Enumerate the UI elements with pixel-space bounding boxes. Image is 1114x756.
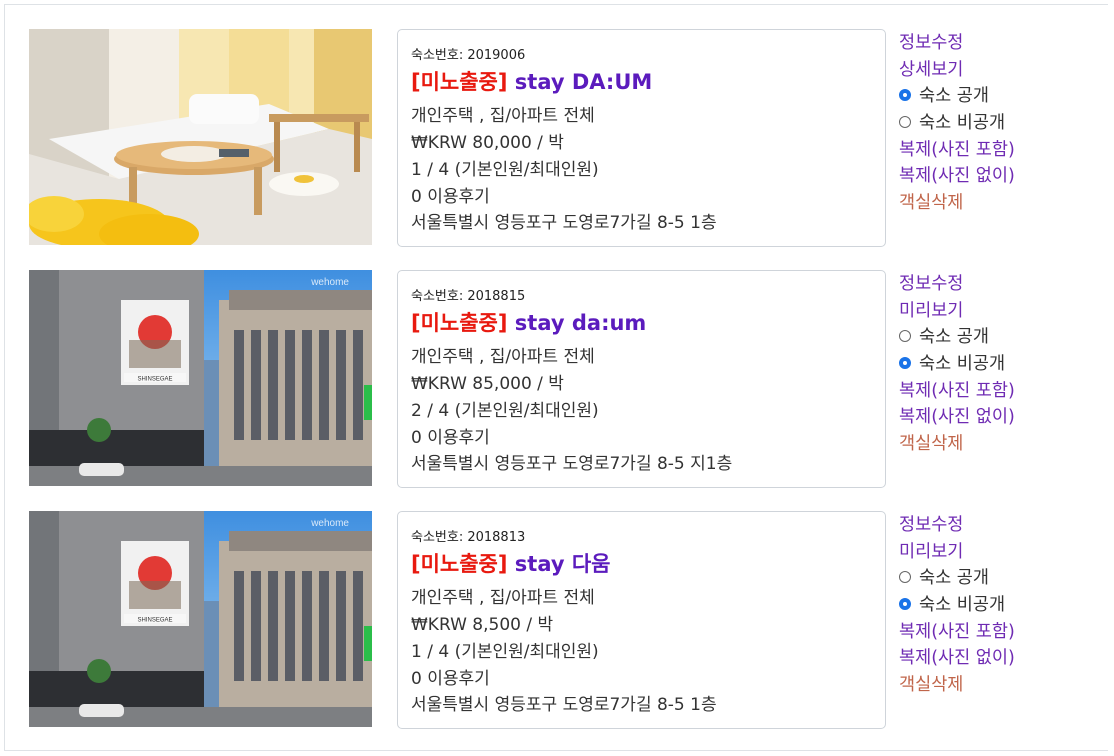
listing-info-card: 숙소번호: 2019006 [미노출중] stay DA:UM 개인주택 , 집… [397,29,886,247]
building-sign: SHINSEGAE [137,618,172,624]
guest-capacity: 1 / 4 (기본인원/최대인원) [411,160,599,180]
guest-capacity: 1 / 4 (기본인원/최대인원) [411,642,599,662]
public-label: 숙소 공개 [919,327,989,347]
room-photo[interactable]: SHINSEGAE wehome [29,511,372,727]
private-label: 숙소 비공개 [919,113,1006,133]
edit-info-link[interactable]: 정보수정 [899,511,963,536]
details-link[interactable]: 상세보기 [899,56,963,81]
copy-without-photos-link[interactable]: 복제(사진 없이) [899,162,1015,187]
nightly-price: ₩KRW 8,500 / 박 [411,615,554,635]
public-label: 숙소 공개 [919,568,989,588]
copy-without-photos-link[interactable]: 복제(사진 없이) [899,403,1015,428]
public-radio[interactable] [899,570,911,583]
edit-info-link[interactable]: 정보수정 [899,29,963,54]
review-count: 0 이용후기 [411,669,490,689]
listing-title[interactable]: [미노출중] stay da:um [411,307,646,337]
stay-id: 숙소번호: 2018815 [411,289,526,304]
listing-item: SHINSEGAE wehome 숙소번호: 2018815 [미노출중] st… [0,270,1114,488]
listing-status: [미노출중] [411,70,508,94]
listing-name[interactable]: stay da:um [515,311,647,335]
guest-capacity: 2 / 4 (기본인원/최대인원) [411,401,599,421]
listing-item: SHINSEGAE wehome 숙소번호: 2018813 [미노출중] st… [0,511,1114,729]
copy-without-photos-link[interactable]: 복제(사진 없이) [899,644,1015,669]
listing-status: [미노출중] [411,552,508,576]
nightly-price: ₩KRW 85,000 / 박 [411,374,564,394]
private-label: 숙소 비공개 [919,595,1006,615]
private-option[interactable]: 숙소 비공개 [899,350,1005,375]
listing-status: [미노출중] [411,311,508,335]
public-radio[interactable] [899,329,911,342]
edit-info-link[interactable]: 정보수정 [899,270,963,295]
delete-room-link[interactable]: 객실삭제 [899,189,963,214]
preview-link[interactable]: 미리보기 [899,297,963,322]
listing-info-card: 숙소번호: 2018813 [미노출중] stay 다움 개인주택 , 집/아파… [397,511,886,729]
delete-room-link[interactable]: 객실삭제 [899,671,963,696]
listing-title[interactable]: [미노출중] stay 다움 [411,548,611,578]
room-photo[interactable] [29,29,372,245]
address: 서울특별시 영등포구 도영로7가길 8-5 지1층 [411,454,733,474]
address: 서울특별시 영등포구 도영로7가길 8-5 1층 [411,695,717,715]
listing-title[interactable]: [미노출중] stay DA:UM [411,66,652,96]
copy-with-photos-link[interactable]: 복제(사진 포함) [899,377,1015,402]
building-sign: SHINSEGAE [137,377,172,383]
private-radio[interactable] [899,115,911,128]
private-label: 숙소 비공개 [919,354,1006,374]
property-type: 개인주택 , 집/아파트 전체 [411,588,595,608]
public-radio[interactable] [899,88,911,101]
review-count: 0 이용후기 [411,428,490,448]
review-count: 0 이용후기 [411,187,490,207]
copy-with-photos-link[interactable]: 복제(사진 포함) [899,136,1015,161]
listing-name[interactable]: stay DA:UM [515,70,652,94]
listing-name[interactable]: stay 다움 [515,552,611,576]
nightly-price: ₩KRW 80,000 / 박 [411,133,564,153]
watermark: wehome [310,518,349,529]
copy-with-photos-link[interactable]: 복제(사진 포함) [899,618,1015,643]
listing-item: 숙소번호: 2019006 [미노출중] stay DA:UM 개인주택 , 집… [0,29,1114,247]
public-option[interactable]: 숙소 공개 [899,564,989,589]
stay-id: 숙소번호: 2019006 [411,48,526,63]
watermark: wehome [310,277,349,288]
private-option[interactable]: 숙소 비공개 [899,591,1005,616]
room-photo[interactable]: SHINSEGAE wehome [29,270,372,486]
public-option[interactable]: 숙소 공개 [899,323,989,348]
preview-link[interactable]: 미리보기 [899,538,963,563]
property-type: 개인주택 , 집/아파트 전체 [411,347,595,367]
private-radio[interactable] [899,597,911,610]
listing-info-card: 숙소번호: 2018815 [미노출중] stay da:um 개인주택 , 집… [397,270,886,488]
public-label: 숙소 공개 [919,86,989,106]
delete-room-link[interactable]: 객실삭제 [899,430,963,455]
private-option[interactable]: 숙소 비공개 [899,109,1005,134]
property-type: 개인주택 , 집/아파트 전체 [411,106,595,126]
public-option[interactable]: 숙소 공개 [899,82,989,107]
private-radio[interactable] [899,356,911,369]
address: 서울특별시 영등포구 도영로7가길 8-5 1층 [411,213,717,233]
stay-id: 숙소번호: 2018813 [411,530,526,545]
